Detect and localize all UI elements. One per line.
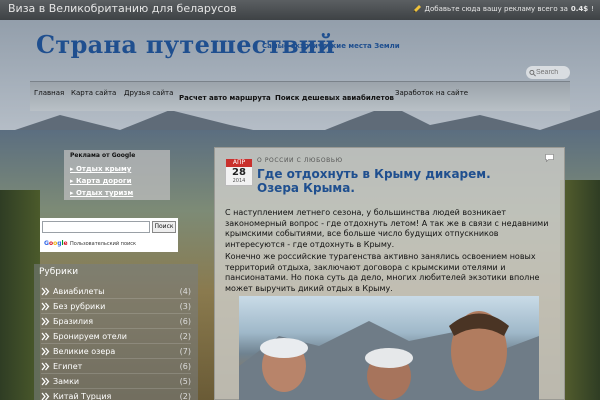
pencil-icon xyxy=(412,5,421,13)
rubric-name: Без рубрики xyxy=(53,301,106,311)
article-post: АПР 28 2014 О РОССИИ С ЛЮБОВЬЮ Где отдох… xyxy=(214,147,565,400)
rubric-name: Авиабилеты xyxy=(53,286,105,296)
article-photo xyxy=(239,296,539,400)
ad-link-label: Отдых туризм xyxy=(75,189,134,197)
rubric-item[interactable]: Замки (5) xyxy=(41,374,191,389)
forest-right xyxy=(560,180,600,400)
double-chevron-icon xyxy=(41,392,50,400)
main-nav: Главная Карта сайта Друзья сайта Расчет … xyxy=(30,81,570,111)
rubric-name: Великие озера xyxy=(53,346,116,356)
site-tagline: Самые экзотические места Земли xyxy=(262,42,400,50)
double-chevron-icon xyxy=(41,332,50,340)
google-search-widget: Поиск Google Пользовательский поиск xyxy=(40,218,178,252)
top-bar-ad-text: Добавьте сюда вашу рекламу всего за xyxy=(424,5,568,13)
comment-icon[interactable] xyxy=(545,154,554,162)
search-input[interactable] xyxy=(536,69,570,76)
ad-link[interactable]: ▸ Отдых крыму xyxy=(70,165,131,173)
ad-link-label: Карта дороги xyxy=(75,177,132,185)
rubric-count: (6) xyxy=(179,316,191,326)
google-ad-widget: Реклама от Google ▸ Отдых крыму ▸ Карта … xyxy=(64,150,170,200)
nav-item-sitemap[interactable]: Карта сайта xyxy=(71,89,116,97)
rubric-name: Китай Турция xyxy=(53,391,112,400)
ad-link-label: Отдых крыму xyxy=(75,165,132,173)
rubric-item[interactable]: Китай Турция (2) xyxy=(41,389,191,400)
article-photo-illustration xyxy=(239,311,539,400)
double-chevron-icon xyxy=(41,287,50,295)
article-paragraph: С наступлением летнего сезона, у большин… xyxy=(225,208,549,249)
date-year: 2014 xyxy=(232,178,246,184)
google-search-input[interactable] xyxy=(42,221,150,233)
rubric-count: (4) xyxy=(179,286,191,296)
rubrics-title: Рубрики xyxy=(39,267,79,277)
google-search-button[interactable]: Поиск xyxy=(152,221,176,233)
article-paragraph: Конечно же российские турагенства активн… xyxy=(225,252,540,293)
nav-item-earnings[interactable]: Заработок на сайте xyxy=(395,89,468,97)
google-logo: Google xyxy=(44,240,68,247)
rubric-count: (2) xyxy=(179,391,191,400)
rubrics-widget: Рубрики Авиабилеты (4) Без рубрики (3) Б… xyxy=(34,264,198,400)
search-box xyxy=(526,66,570,79)
top-bar-title[interactable]: Виза в Великобританию для беларусов xyxy=(8,2,237,15)
rubric-item[interactable]: Без рубрики (3) xyxy=(41,299,191,314)
top-bar-ad-price: 0.4$ xyxy=(570,5,589,13)
nav-item-home[interactable]: Главная xyxy=(34,89,64,97)
double-chevron-icon xyxy=(41,377,50,385)
rubric-count: (7) xyxy=(179,346,191,356)
rubric-item[interactable]: Бразилия (6) xyxy=(41,314,191,329)
top-bar: Виза в Великобританию для беларусов Доба… xyxy=(0,0,600,20)
rubric-item[interactable]: Бронируем отели (2) xyxy=(41,329,191,344)
rubric-name: Бразилия xyxy=(53,316,94,326)
rubric-name: Бронируем отели xyxy=(53,331,127,341)
ad-link[interactable]: ▸ Отдых туризм xyxy=(70,189,133,197)
google-search-subtitle: Пользовательский поиск xyxy=(70,241,137,247)
date-badge: АПР 28 2014 xyxy=(225,158,253,186)
ad-link[interactable]: ▸ Карта дороги xyxy=(70,177,131,185)
ad-heading[interactable]: Реклама от Google xyxy=(70,152,135,159)
rubric-name: Египет xyxy=(53,361,83,371)
article-category[interactable]: О РОССИИ С ЛЮБОВЬЮ xyxy=(257,157,343,164)
rubric-item[interactable]: Авиабилеты (4) xyxy=(41,284,191,299)
rubric-count: (3) xyxy=(179,301,191,311)
rubric-count: (6) xyxy=(179,361,191,371)
double-chevron-icon xyxy=(41,317,50,325)
nav-item-flights[interactable]: Поиск дешевых авиабилетов xyxy=(275,94,394,102)
date-day: 28 xyxy=(232,167,246,178)
article-title[interactable]: Где отдохнуть в Крыму дикарем. Озера Кры… xyxy=(257,167,517,195)
search-icon xyxy=(529,69,536,76)
top-bar-ad-suffix: ! xyxy=(591,5,594,13)
double-chevron-icon xyxy=(41,302,50,310)
double-chevron-icon xyxy=(41,362,50,370)
rubric-item[interactable]: Египет (6) xyxy=(41,359,191,374)
nav-item-route[interactable]: Расчет авто маршрута xyxy=(179,94,271,102)
rubric-count: (2) xyxy=(179,331,191,341)
date-month: АПР xyxy=(226,159,252,167)
rubric-count: (5) xyxy=(179,376,191,386)
rubric-name: Замки xyxy=(53,376,80,386)
nav-item-friends[interactable]: Друзья сайта xyxy=(124,89,173,97)
top-bar-ad[interactable]: Добавьте сюда вашу рекламу всего за 0.4$… xyxy=(412,4,594,14)
double-chevron-icon xyxy=(41,347,50,355)
rubric-item[interactable]: Великие озера (7) xyxy=(41,344,191,359)
